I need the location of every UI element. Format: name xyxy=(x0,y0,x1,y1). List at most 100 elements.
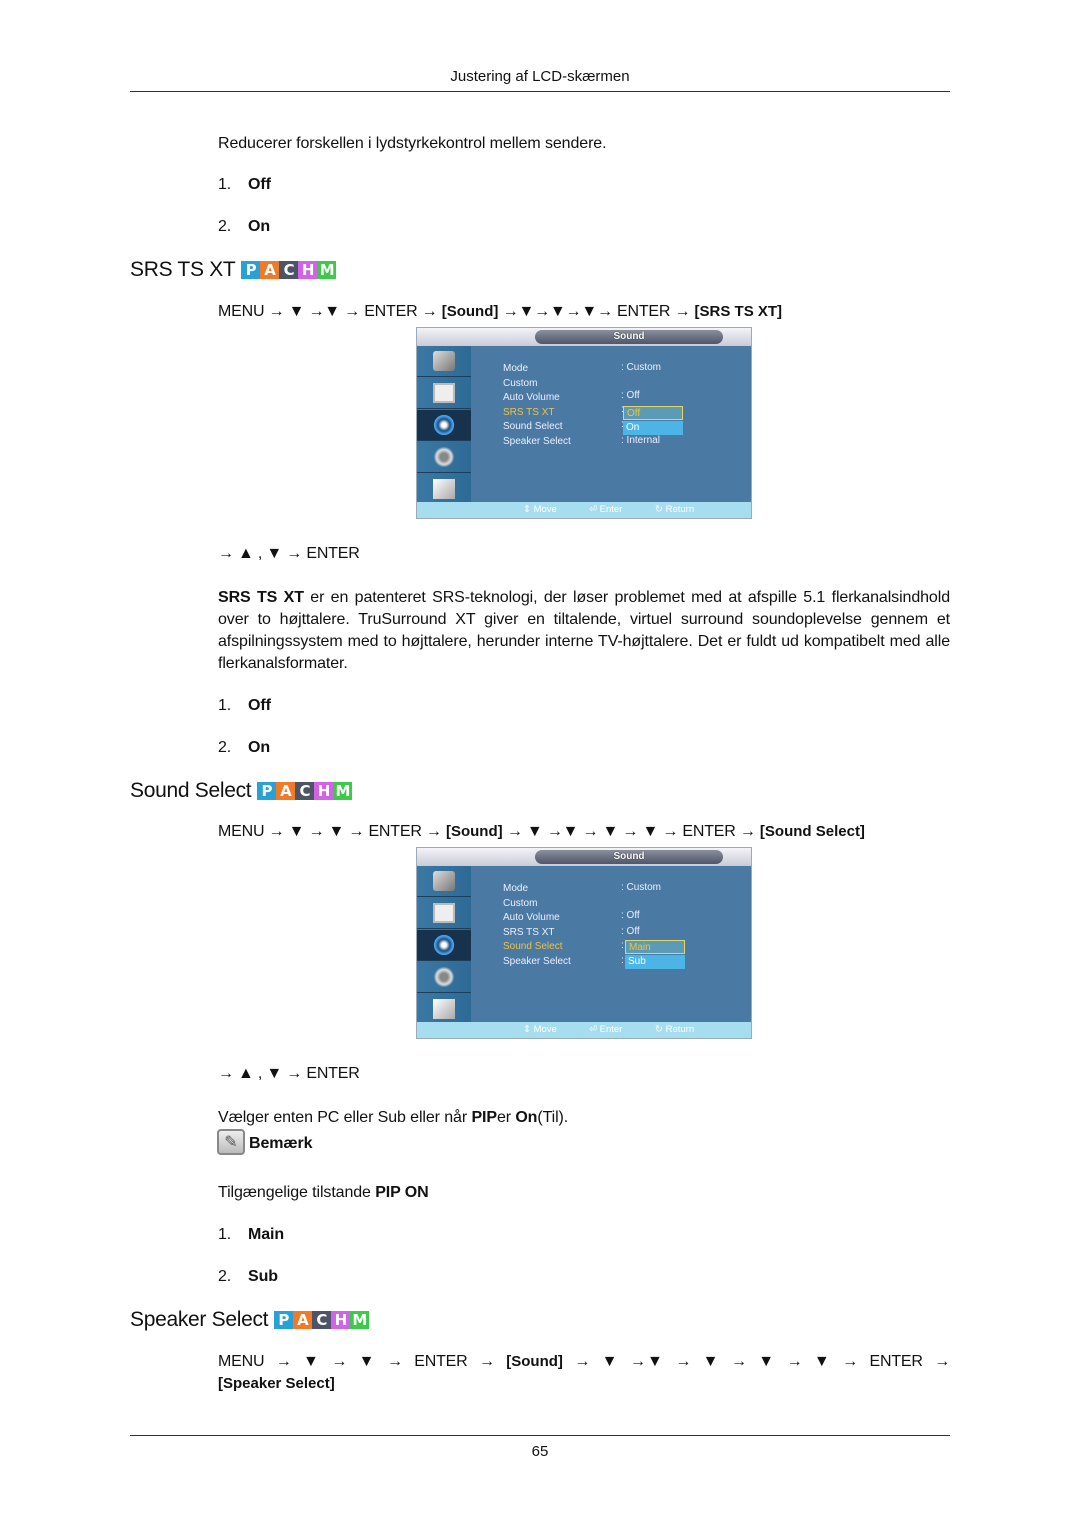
note-pencil-icon: ✎ xyxy=(217,1129,245,1155)
osd-footer: ⇕ Move ⏎ Enter ↻ Return xyxy=(417,1022,751,1038)
osd-footer: ⇕ Move ⏎ Enter ↻ Return xyxy=(417,502,751,518)
path-middle: →▼→▼→▼→ ENTER → xyxy=(502,303,691,320)
osd-picture-icon xyxy=(417,378,471,409)
pachm-badge: PACHM xyxy=(257,782,353,800)
osd-menu-list: Mode Custom Auto Volume SRS TS XT Sound … xyxy=(503,882,571,969)
osd-multi-window-icon xyxy=(417,994,471,1025)
osd-value: : Custom xyxy=(621,362,662,373)
option-label: Main xyxy=(248,1226,285,1243)
badge-letter-m: M xyxy=(333,782,353,800)
osd-value: : Off xyxy=(621,910,640,921)
option-label: Off xyxy=(248,697,271,714)
description-bold: SRS TS XT xyxy=(218,589,304,606)
srs-option-1: 1. Off xyxy=(218,695,271,717)
osd-dropdown-option: On xyxy=(623,421,683,435)
osd-sound-icon xyxy=(417,410,471,441)
option-label: On xyxy=(248,739,271,756)
path-target: [Sound Select] xyxy=(759,823,865,840)
description-text: er en patenteret SRS-teknologi, der løse… xyxy=(218,589,950,672)
osd-sidebar xyxy=(417,866,471,1025)
option-label: Off xyxy=(248,176,271,193)
note-text: Tilgængelige tilstande PIP ON xyxy=(218,1182,429,1204)
badge-letter-m: M xyxy=(317,261,337,279)
osd-input-icon xyxy=(417,866,471,897)
badge-letter-c: C xyxy=(295,782,315,800)
list-number: 1. xyxy=(218,176,232,193)
section-title: Speaker Select xyxy=(130,1308,269,1331)
note-option-2: 2. Sub xyxy=(218,1266,278,1288)
osd-value: : xyxy=(621,955,624,966)
osd-dropdown-option: Sub xyxy=(625,955,685,969)
badge-letter-a: A xyxy=(276,782,296,800)
osd-screenshot-srs-ts-xt: Sound Mode Custom Auto Volume SRS TS XT … xyxy=(416,327,752,519)
badge-letter-a: A xyxy=(260,261,280,279)
path-prefix: MENU → ▼ → ▼ → ENTER → xyxy=(218,1353,495,1370)
badge-letter-h: H xyxy=(331,1311,351,1329)
path-target: [Speaker Select] xyxy=(218,1375,335,1392)
osd-sound-icon xyxy=(417,930,471,961)
menu-path-sound-select: MENU → ▼ → ▼ → ENTER → [Sound] → ▼ →▼ → … xyxy=(218,823,865,841)
intro-text: Reducerer forskellen i lydstyrkekontrol … xyxy=(218,135,607,152)
srs-option-2: 2. On xyxy=(218,737,270,759)
osd-dropdown-current: Main xyxy=(625,940,685,954)
osd-title: Sound xyxy=(535,330,723,344)
note-text-plain: Tilgængelige tilstande xyxy=(218,1184,376,1201)
osd-menu-item: Mode xyxy=(503,883,529,894)
osd-setup-gear-icon xyxy=(417,962,471,993)
intro-option-1: 1. Off xyxy=(218,174,271,196)
path-menu: [Sound] xyxy=(506,1353,563,1370)
list-number: 1. xyxy=(218,697,232,714)
list-number: 1. xyxy=(218,1226,232,1243)
footer-divider xyxy=(130,1435,950,1436)
osd-input-icon xyxy=(417,346,471,377)
osd-dropdown-current: Off xyxy=(623,406,683,420)
osd-value: : Off xyxy=(621,390,640,401)
description-text: er xyxy=(496,1109,516,1126)
osd-footer-enter: ⏎ Enter xyxy=(589,504,623,515)
osd-footer-move: ⇕ Move xyxy=(523,504,557,515)
osd-sidebar xyxy=(417,346,471,505)
description-bold: On xyxy=(515,1109,538,1126)
section-title: Sound Select xyxy=(130,779,252,802)
osd-menu-item: Speaker Select xyxy=(503,435,571,447)
menu-path-speaker-select: MENU → ▼ → ▼ → ENTER → [Sound] → ▼ →▼ → … xyxy=(218,1353,950,1371)
osd-footer-return: ↻ Return xyxy=(655,1024,695,1035)
osd-value: : Internal xyxy=(621,435,660,446)
osd-menu-item: Custom xyxy=(503,897,538,909)
badge-letter-c: C xyxy=(312,1311,332,1329)
page-number: 65 xyxy=(531,1443,549,1460)
osd-footer-move: ⇕ Move xyxy=(523,1024,557,1035)
osd-menu-item: Sound Select xyxy=(503,421,563,432)
badge-letter-c: C xyxy=(279,261,299,279)
osd-footer-return: ↻ Return xyxy=(655,504,695,515)
path-menu: [Sound] xyxy=(441,303,499,320)
badge-letter-p: P xyxy=(241,261,261,279)
section-title: SRS TS XT xyxy=(130,258,236,281)
osd-footer-enter: ⏎ Enter xyxy=(589,1024,623,1035)
osd-value: : Off xyxy=(621,926,640,937)
list-number: 2. xyxy=(218,739,232,756)
list-number: 2. xyxy=(218,1268,232,1285)
osd-picture-icon xyxy=(417,898,471,929)
osd-value: : Custom xyxy=(621,882,662,893)
note-block: ✎ Bemærk xyxy=(217,1129,313,1155)
osd-title: Sound xyxy=(535,850,723,864)
nav-hint: → ▲ , ▼ → ENTER xyxy=(218,545,360,562)
description-text: (Til). xyxy=(537,1109,569,1126)
path-middle: → ▼ →▼ → ▼ → ▼ → ENTER → xyxy=(506,823,756,840)
osd-setup-gear-icon xyxy=(417,442,471,473)
option-label: Sub xyxy=(248,1268,278,1285)
nav-hint: → ▲ , ▼ → ENTER xyxy=(218,1065,360,1082)
osd-menu-item: Mode xyxy=(503,363,529,374)
osd-menu-item: SRS TS XT xyxy=(503,926,555,938)
description-bold: PIP xyxy=(471,1109,497,1126)
section-heading-srs-ts-xt: SRS TS XT PACHM xyxy=(130,258,337,282)
osd-multi-window-icon xyxy=(417,474,471,505)
osd-menu-item: Auto Volume xyxy=(503,912,560,923)
path-middle: → ▼ →▼ → ▼ → ▼ → ▼ → ENTER → xyxy=(574,1353,950,1370)
osd-screenshot-sound-select: Sound Mode Custom Auto Volume SRS TS XT … xyxy=(416,847,752,1039)
option-label: On xyxy=(248,218,271,235)
osd-menu-item-selected: Sound Select xyxy=(503,941,563,952)
badge-letter-h: H xyxy=(314,782,334,800)
osd-menu-item-selected: SRS TS XT xyxy=(503,406,555,418)
